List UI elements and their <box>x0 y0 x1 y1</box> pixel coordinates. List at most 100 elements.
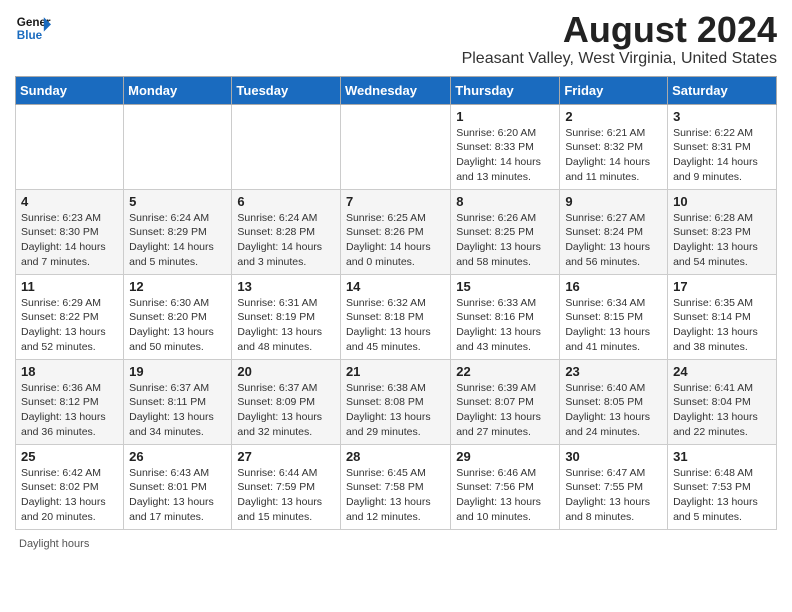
calendar-cell <box>124 104 232 189</box>
day-number: 29 <box>456 449 554 464</box>
calendar-cell: 13 Sunrise: 6:31 AM Sunset: 8:19 PM Dayli… <box>232 274 341 359</box>
calendar-cell: 18 Sunrise: 6:36 AM Sunset: 8:12 PM Dayli… <box>16 359 124 444</box>
day-info: Sunrise: 6:31 AM Sunset: 8:19 PM Dayligh… <box>237 296 335 355</box>
calendar-cell: 1 Sunrise: 6:20 AM Sunset: 8:33 PM Daylig… <box>451 104 560 189</box>
day-info: Sunrise: 6:38 AM Sunset: 8:08 PM Dayligh… <box>346 381 445 440</box>
calendar-cell <box>340 104 450 189</box>
day-number: 3 <box>673 109 771 124</box>
calendar-cell: 22 Sunrise: 6:39 AM Sunset: 8:07 PM Dayli… <box>451 359 560 444</box>
day-info: Sunrise: 6:32 AM Sunset: 8:18 PM Dayligh… <box>346 296 445 355</box>
day-number: 14 <box>346 279 445 294</box>
day-info: Sunrise: 6:30 AM Sunset: 8:20 PM Dayligh… <box>129 296 226 355</box>
calendar-cell: 24Sunrise: 6:41 AM Sunset: 8:04 PM Dayli… <box>668 359 777 444</box>
day-info: Sunrise: 6:39 AM Sunset: 8:07 PM Dayligh… <box>456 381 554 440</box>
calendar-cell: 27Sunrise: 6:44 AM Sunset: 7:59 PM Dayli… <box>232 444 341 529</box>
day-info: Sunrise: 6:48 AM Sunset: 7:53 PM Dayligh… <box>673 466 771 525</box>
day-info: Sunrise: 6:46 AM Sunset: 7:56 PM Dayligh… <box>456 466 554 525</box>
week-row-2: 4 Sunrise: 6:23 AM Sunset: 8:30 PM Daylig… <box>16 189 777 274</box>
day-number: 30 <box>565 449 662 464</box>
day-info: Sunrise: 6:33 AM Sunset: 8:16 PM Dayligh… <box>456 296 554 355</box>
day-number: 8 <box>456 194 554 209</box>
day-number: 19 <box>129 364 226 379</box>
day-number: 4 <box>21 194 118 209</box>
calendar-cell: 26Sunrise: 6:43 AM Sunset: 8:01 PM Dayli… <box>124 444 232 529</box>
day-number: 31 <box>673 449 771 464</box>
day-number: 21 <box>346 364 445 379</box>
page-header: General Blue August 2024 Pleasant Valley… <box>15 10 777 68</box>
day-info: Sunrise: 6:24 AM Sunset: 8:28 PM Dayligh… <box>237 211 335 270</box>
calendar-cell: 8 Sunrise: 6:26 AM Sunset: 8:25 PM Daylig… <box>451 189 560 274</box>
day-number: 28 <box>346 449 445 464</box>
calendar-cell: 23Sunrise: 6:40 AM Sunset: 8:05 PM Dayli… <box>560 359 668 444</box>
calendar-cell: 21 Sunrise: 6:38 AM Sunset: 8:08 PM Dayli… <box>340 359 450 444</box>
calendar-cell: 12 Sunrise: 6:30 AM Sunset: 8:20 PM Dayli… <box>124 274 232 359</box>
calendar-cell: 3 Sunrise: 6:22 AM Sunset: 8:31 PM Daylig… <box>668 104 777 189</box>
day-header-thursday: Thursday <box>451 76 560 104</box>
day-info: Sunrise: 6:29 AM Sunset: 8:22 PM Dayligh… <box>21 296 118 355</box>
svg-text:Blue: Blue <box>17 29 43 42</box>
logo-icon: General Blue <box>15 10 51 46</box>
footer: Daylight hours <box>15 538 777 550</box>
day-number: 9 <box>565 194 662 209</box>
day-info: Sunrise: 6:35 AM Sunset: 8:14 PM Dayligh… <box>673 296 771 355</box>
day-header-tuesday: Tuesday <box>232 76 341 104</box>
day-header-sunday: Sunday <box>16 76 124 104</box>
day-header-saturday: Saturday <box>668 76 777 104</box>
day-header-friday: Friday <box>560 76 668 104</box>
calendar-cell: 31 Sunrise: 6:48 AM Sunset: 7:53 PM Dayli… <box>668 444 777 529</box>
day-info: Sunrise: 6:24 AM Sunset: 8:29 PM Dayligh… <box>129 211 226 270</box>
day-header-monday: Monday <box>124 76 232 104</box>
week-row-1: 1 Sunrise: 6:20 AM Sunset: 8:33 PM Daylig… <box>16 104 777 189</box>
week-row-3: 11 Sunrise: 6:29 AM Sunset: 8:22 PM Dayli… <box>16 274 777 359</box>
title-block: August 2024 Pleasant Valley, West Virgin… <box>462 10 777 68</box>
day-info: Sunrise: 6:45 AM Sunset: 7:58 PM Dayligh… <box>346 466 445 525</box>
day-number: 22 <box>456 364 554 379</box>
day-number: 12 <box>129 279 226 294</box>
week-row-4: 18 Sunrise: 6:36 AM Sunset: 8:12 PM Dayli… <box>16 359 777 444</box>
calendar-cell: 7 Sunrise: 6:25 AM Sunset: 8:26 PM Daylig… <box>340 189 450 274</box>
day-info: Sunrise: 6:43 AM Sunset: 8:01 PM Dayligh… <box>129 466 226 525</box>
calendar-cell: 20 Sunrise: 6:37 AM Sunset: 8:09 PM Dayli… <box>232 359 341 444</box>
day-info: Sunrise: 6:37 AM Sunset: 8:11 PM Dayligh… <box>129 381 226 440</box>
calendar-cell <box>16 104 124 189</box>
day-number: 7 <box>346 194 445 209</box>
day-number: 18 <box>21 364 118 379</box>
day-info: Sunrise: 6:37 AM Sunset: 8:09 PM Dayligh… <box>237 381 335 440</box>
calendar-cell: 14 Sunrise: 6:32 AM Sunset: 8:18 PM Dayli… <box>340 274 450 359</box>
day-number: 5 <box>129 194 226 209</box>
day-info: Sunrise: 6:20 AM Sunset: 8:33 PM Dayligh… <box>456 126 554 185</box>
calendar-cell: 30 Sunrise: 6:47 AM Sunset: 7:55 PM Dayli… <box>560 444 668 529</box>
day-number: 15 <box>456 279 554 294</box>
day-info: Sunrise: 6:25 AM Sunset: 8:26 PM Dayligh… <box>346 211 445 270</box>
day-info: Sunrise: 6:44 AM Sunset: 7:59 PM Dayligh… <box>237 466 335 525</box>
day-number: 11 <box>21 279 118 294</box>
day-info: Sunrise: 6:47 AM Sunset: 7:55 PM Dayligh… <box>565 466 662 525</box>
header-row: SundayMondayTuesdayWednesdayThursdayFrid… <box>16 76 777 104</box>
day-info: Sunrise: 6:22 AM Sunset: 8:31 PM Dayligh… <box>673 126 771 185</box>
calendar-cell: 4 Sunrise: 6:23 AM Sunset: 8:30 PM Daylig… <box>16 189 124 274</box>
calendar-cell: 17 Sunrise: 6:35 AM Sunset: 8:14 PM Dayli… <box>668 274 777 359</box>
day-number: 1 <box>456 109 554 124</box>
calendar-cell: 15 Sunrise: 6:33 AM Sunset: 8:16 PM Dayli… <box>451 274 560 359</box>
day-info: Sunrise: 6:23 AM Sunset: 8:30 PM Dayligh… <box>21 211 118 270</box>
calendar-cell: 16Sunrise: 6:34 AM Sunset: 8:15 PM Dayli… <box>560 274 668 359</box>
day-info: Sunrise: 6:26 AM Sunset: 8:25 PM Dayligh… <box>456 211 554 270</box>
calendar-cell: 19 Sunrise: 6:37 AM Sunset: 8:11 PM Dayli… <box>124 359 232 444</box>
location-title: Pleasant Valley, West Virginia, United S… <box>462 50 777 68</box>
day-number: 17 <box>673 279 771 294</box>
calendar-cell: 9Sunrise: 6:27 AM Sunset: 8:24 PM Daylig… <box>560 189 668 274</box>
month-title: August 2024 <box>462 10 777 50</box>
calendar-cell: 28 Sunrise: 6:45 AM Sunset: 7:58 PM Dayli… <box>340 444 450 529</box>
day-number: 13 <box>237 279 335 294</box>
calendar-cell: 10Sunrise: 6:28 AM Sunset: 8:23 PM Dayli… <box>668 189 777 274</box>
day-info: Sunrise: 6:34 AM Sunset: 8:15 PM Dayligh… <box>565 296 662 355</box>
day-info: Sunrise: 6:28 AM Sunset: 8:23 PM Dayligh… <box>673 211 771 270</box>
day-info: Sunrise: 6:21 AM Sunset: 8:32 PM Dayligh… <box>565 126 662 185</box>
day-info: Sunrise: 6:41 AM Sunset: 8:04 PM Dayligh… <box>673 381 771 440</box>
calendar-cell: 25Sunrise: 6:42 AM Sunset: 8:02 PM Dayli… <box>16 444 124 529</box>
calendar-cell: 2 Sunrise: 6:21 AM Sunset: 8:32 PM Daylig… <box>560 104 668 189</box>
day-info: Sunrise: 6:36 AM Sunset: 8:12 PM Dayligh… <box>21 381 118 440</box>
day-number: 6 <box>237 194 335 209</box>
day-number: 2 <box>565 109 662 124</box>
day-number: 20 <box>237 364 335 379</box>
